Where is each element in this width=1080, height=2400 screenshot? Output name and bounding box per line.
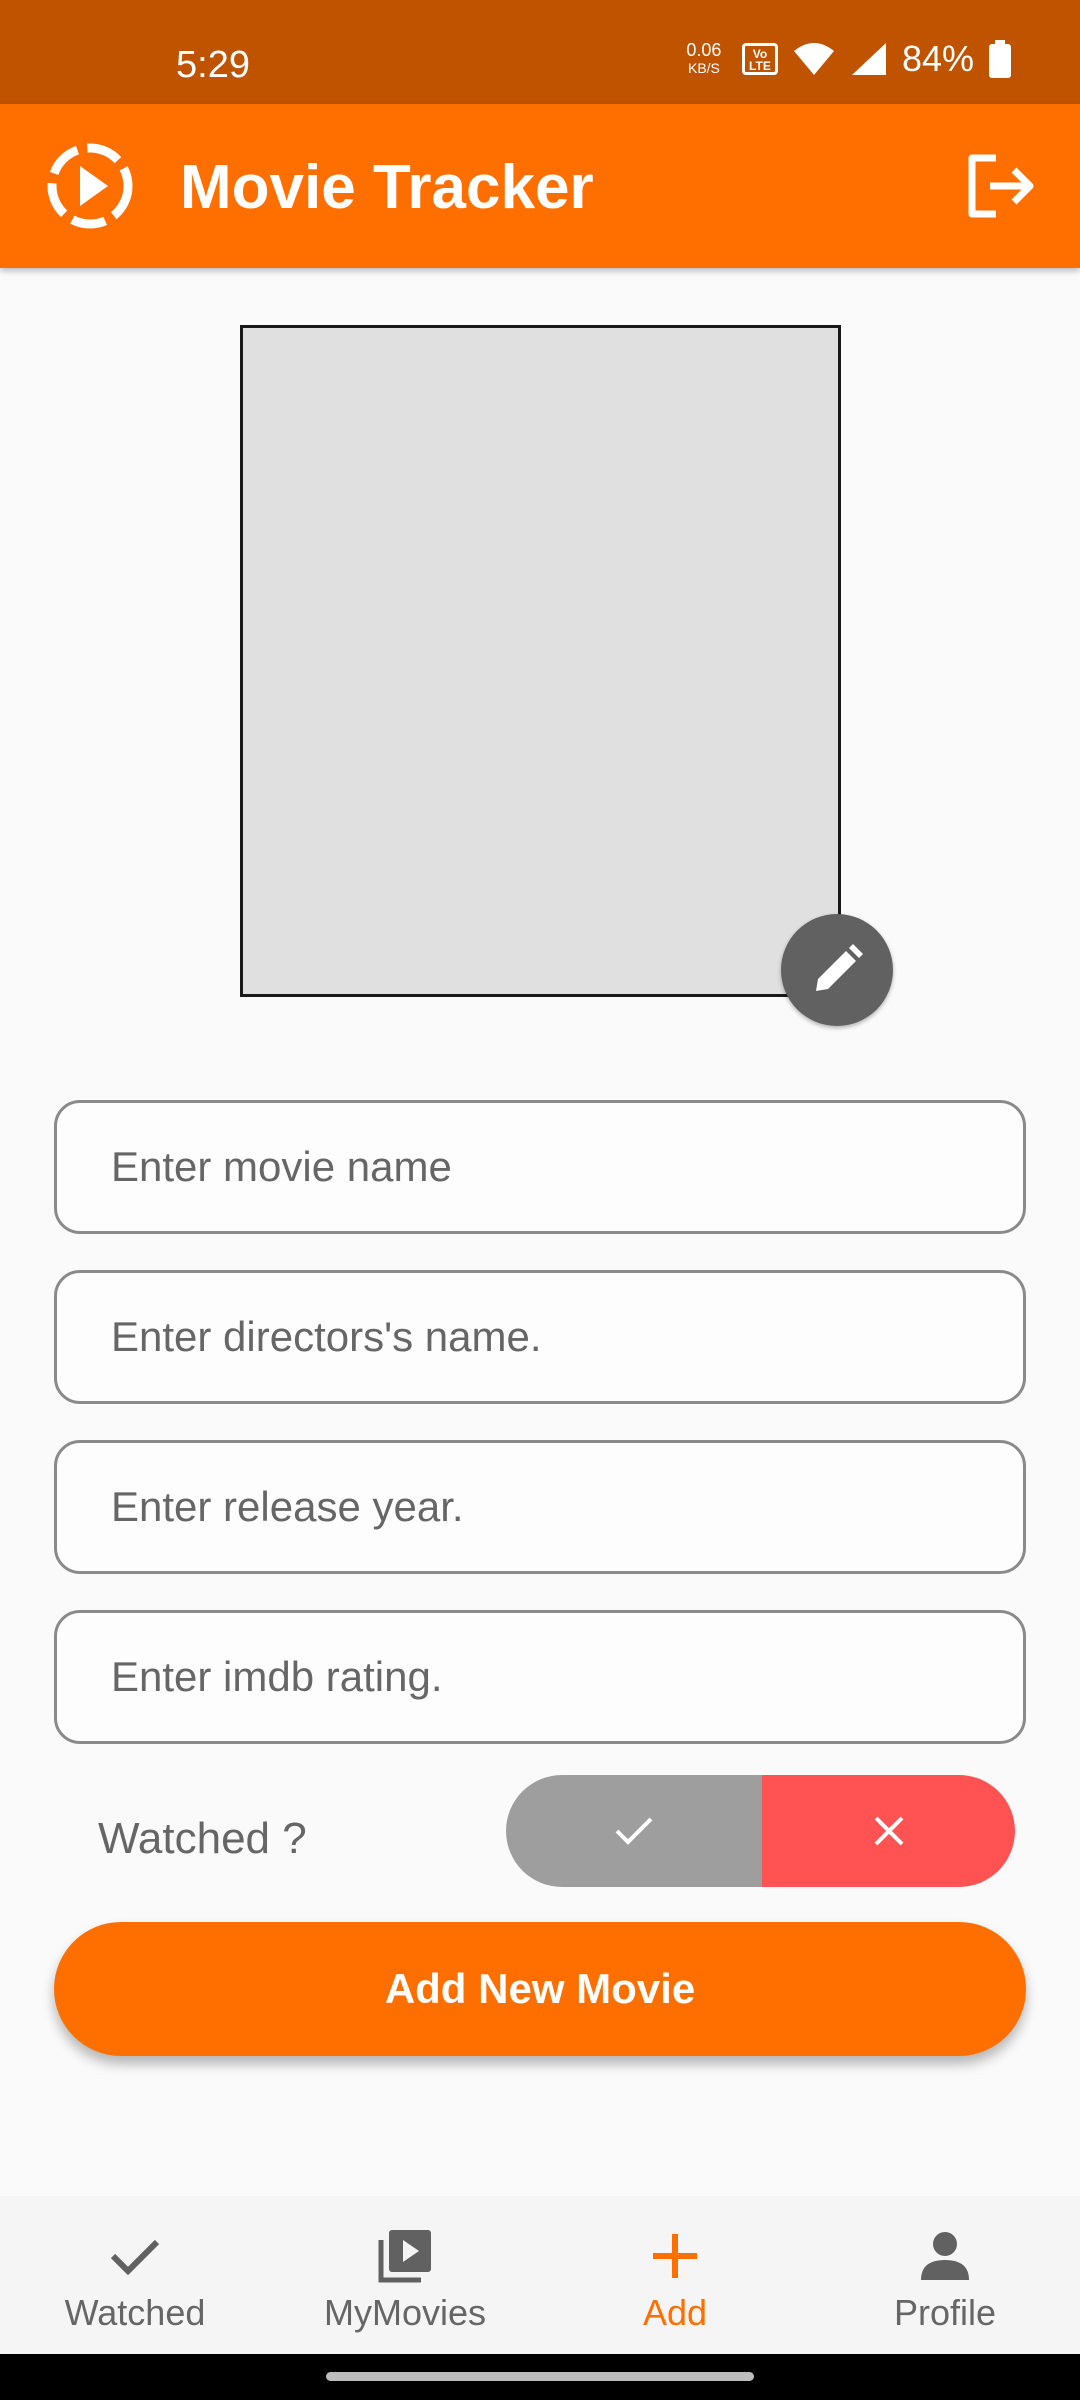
- director-name-input[interactable]: [57, 1273, 1023, 1401]
- nav-item-profile[interactable]: Profile: [810, 2196, 1080, 2354]
- watched-no-button[interactable]: [762, 1775, 1015, 1887]
- nav-label-profile: Profile: [893, 2292, 997, 2333]
- gesture-handle[interactable]: [326, 2372, 754, 2381]
- release-year-field[interactable]: [54, 1440, 1026, 1574]
- release-year-input[interactable]: [57, 1443, 1023, 1571]
- app-title: Movie Tracker: [180, 153, 594, 222]
- check-icon: [110, 2239, 160, 2276]
- battery-percent: 84%: [901, 38, 974, 79]
- nav-label-mymovies: MyMovies: [323, 2292, 487, 2333]
- gesture-navigation-area: [0, 2354, 1080, 2400]
- nav-label-watched: Watched: [64, 2292, 206, 2333]
- network-speed-value: 0.06: [686, 40, 722, 60]
- movie-poster-placeholder[interactable]: [240, 325, 841, 997]
- imdb-rating-input[interactable]: [57, 1613, 1023, 1741]
- pencil-icon: [816, 944, 863, 991]
- status-time: 5:29: [176, 44, 250, 86]
- director-name-field[interactable]: [54, 1270, 1026, 1404]
- app-bar: Movie Tracker: [0, 104, 1080, 268]
- nav-label-add: Add: [642, 2292, 708, 2333]
- video-library-icon: [378, 2230, 431, 2283]
- battery-icon: [989, 40, 1011, 78]
- volte-icon: Vo LTE: [741, 43, 778, 75]
- status-icons: 0.06 KB/S Vo LTE 84%: [680, 38, 1012, 80]
- network-speed: 0.06 KB/S: [680, 41, 728, 77]
- bottom-navigation: Watched MyMovies Add Profile: [0, 2196, 1080, 2354]
- status-bar: 5:29 0.06 KB/S Vo LTE 84%: [0, 0, 1080, 104]
- plus-icon: [653, 2234, 697, 2278]
- network-speed-unit: KB/S: [687, 60, 720, 76]
- logout-icon[interactable]: [966, 154, 1036, 218]
- nav-item-watched[interactable]: Watched: [0, 2196, 270, 2354]
- edit-poster-button[interactable]: [781, 914, 893, 1026]
- watched-toggle[interactable]: [506, 1775, 1015, 1887]
- watched-yes-button[interactable]: [506, 1775, 762, 1887]
- watched-label: Watched ?: [98, 1814, 307, 1863]
- nav-item-add[interactable]: Add: [540, 2196, 810, 2354]
- cellular-signal-icon: [851, 43, 886, 75]
- person-icon: [921, 2232, 969, 2280]
- wifi-icon: [793, 43, 834, 75]
- play-circle-dashed-icon: [47, 143, 133, 229]
- imdb-rating-field[interactable]: [54, 1610, 1026, 1744]
- check-icon: [615, 1817, 653, 1845]
- nav-item-mymovies[interactable]: MyMovies: [270, 2196, 540, 2354]
- movie-name-input[interactable]: [57, 1103, 1023, 1231]
- movie-name-field[interactable]: [54, 1100, 1026, 1234]
- close-icon: [874, 1816, 903, 1846]
- add-new-movie-button[interactable]: Add New Movie: [54, 1922, 1026, 2056]
